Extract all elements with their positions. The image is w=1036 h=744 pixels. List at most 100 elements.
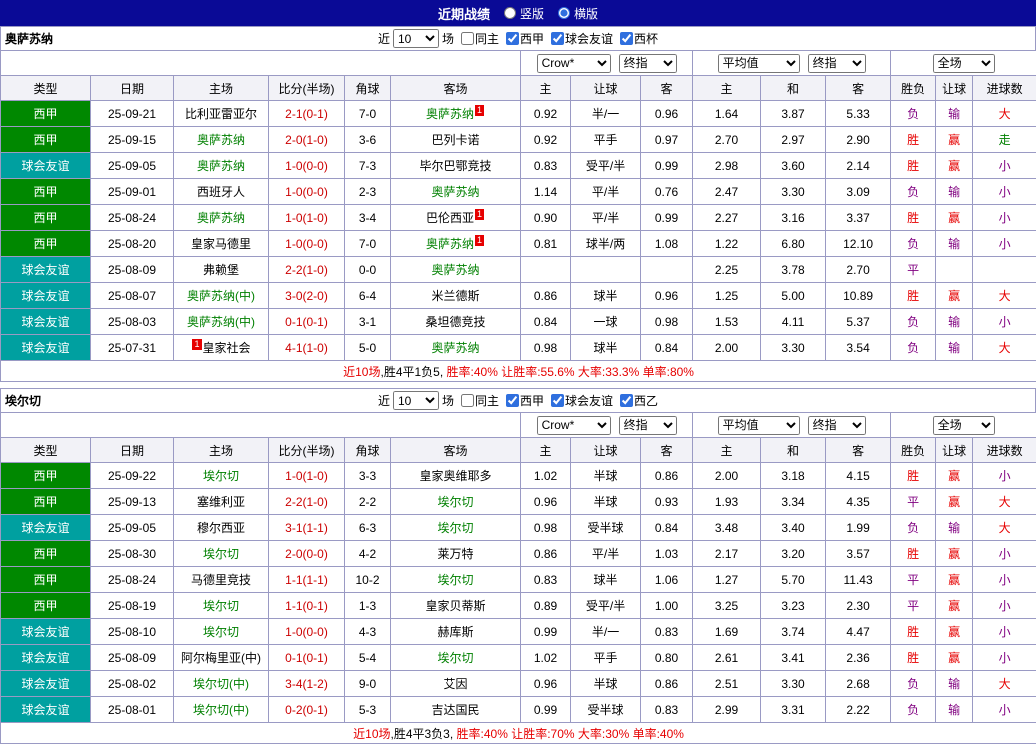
team-link[interactable]: 莱万特	[438, 547, 474, 561]
asia-home-odds-cell: 0.96	[521, 489, 571, 515]
layout-horizontal-radio[interactable]	[558, 7, 570, 19]
league-cell: 西甲	[1, 127, 91, 153]
filter-checkbox-label[interactable]: 球会友谊	[544, 392, 613, 409]
filter-checkbox-label[interactable]: 西甲	[499, 392, 544, 409]
score-cell[interactable]: 0-1(0-1)	[269, 645, 345, 671]
team-link[interactable]: 奥萨苏纳(中)	[187, 289, 255, 303]
filter-checkbox[interactable]	[551, 32, 564, 45]
filter-checkbox-label[interactable]: 西杯	[613, 30, 658, 47]
league-cell: 西甲	[1, 489, 91, 515]
filter-checkbox-label[interactable]: 西乙	[613, 392, 658, 409]
filter-checkbox[interactable]	[620, 32, 633, 45]
filter-checkbox[interactable]	[461, 32, 474, 45]
team-link[interactable]: 埃尔切	[203, 547, 239, 561]
team-link[interactable]: 阿尔梅里亚(中)	[181, 651, 261, 665]
team-link[interactable]: 奥萨苏纳	[197, 211, 245, 225]
layout-vertical-radio[interactable]	[504, 7, 516, 19]
asia-handicap-cell: 一球	[571, 309, 641, 335]
score-cell[interactable]: 3-0(2-0)	[269, 283, 345, 309]
team-link[interactable]: 皇家马德里	[191, 237, 251, 251]
score-cell[interactable]: 1-0(1-0)	[269, 463, 345, 489]
odds-company-select[interactable]: Crow*	[537, 54, 611, 73]
team-link[interactable]: 比利亚雷亚尔	[185, 107, 257, 121]
team-link[interactable]: 穆尔西亚	[197, 521, 245, 535]
score-cell[interactable]: 2-2(1-0)	[269, 489, 345, 515]
score-cell[interactable]: 0-1(0-1)	[269, 309, 345, 335]
layout-horizontal-option[interactable]: 横版	[558, 5, 598, 22]
score-cell[interactable]: 4-1(1-0)	[269, 335, 345, 361]
score-cell[interactable]: 1-0(1-0)	[269, 205, 345, 231]
team-link[interactable]: 埃尔切	[438, 521, 474, 535]
score-cell[interactable]: 2-1(0-1)	[269, 101, 345, 127]
team-link[interactable]: 埃尔切(中)	[193, 703, 249, 717]
team-link[interactable]: 毕尔巴鄂竞技	[420, 159, 492, 173]
team-link[interactable]: 奥萨苏纳	[426, 107, 474, 121]
match-count-select[interactable]: 10	[393, 391, 439, 410]
date-cell: 25-08-09	[91, 645, 174, 671]
score-cell[interactable]: 2-0(0-0)	[269, 541, 345, 567]
team-link[interactable]: 奥萨苏纳	[432, 263, 480, 277]
filter-checkbox-label[interactable]: 西甲	[499, 30, 544, 47]
filter-checkbox[interactable]	[620, 394, 633, 407]
team-link[interactable]: 吉达国民	[432, 703, 480, 717]
team-link[interactable]: 奥萨苏纳	[432, 185, 480, 199]
score-cell[interactable]: 1-0(0-0)	[269, 153, 345, 179]
team-link[interactable]: 埃尔切	[438, 573, 474, 587]
filter-checkbox[interactable]	[551, 394, 564, 407]
team-link[interactable]: 塞维利亚	[197, 495, 245, 509]
team-link[interactable]: 巴列卡诺	[432, 133, 480, 147]
team-link[interactable]: 皇家贝蒂斯	[426, 599, 486, 613]
scope-select[interactable]: 全场	[933, 416, 995, 435]
filter-checkbox[interactable]	[506, 32, 519, 45]
filter-checkbox[interactable]	[506, 394, 519, 407]
team-link[interactable]: 弗赖堡	[203, 263, 239, 277]
team-link[interactable]: 巴伦西亚	[426, 211, 474, 225]
score-cell[interactable]: 3-4(1-2)	[269, 671, 345, 697]
score-cell[interactable]: 1-0(0-0)	[269, 231, 345, 257]
team-link[interactable]: 奥萨苏纳	[426, 237, 474, 251]
team-link[interactable]: 艾因	[444, 677, 468, 691]
score-cell[interactable]: 1-1(1-1)	[269, 567, 345, 593]
score-cell[interactable]: 1-0(0-0)	[269, 619, 345, 645]
europe-stage-select[interactable]: 终指	[808, 416, 866, 435]
team-link[interactable]: 西班牙人	[197, 185, 245, 199]
filter-checkbox[interactable]	[461, 394, 474, 407]
team-link[interactable]: 埃尔切	[203, 625, 239, 639]
score-cell[interactable]: 2-2(1-0)	[269, 257, 345, 283]
odds-company-select[interactable]: Crow*	[537, 416, 611, 435]
match-count-select[interactable]: 10	[393, 29, 439, 48]
odds-stage-select[interactable]: 终指	[619, 416, 677, 435]
team-link[interactable]: 奥萨苏纳(中)	[187, 315, 255, 329]
team-link[interactable]: 埃尔切	[438, 495, 474, 509]
score-cell[interactable]: 3-1(1-1)	[269, 515, 345, 541]
team-link[interactable]: 米兰德斯	[432, 289, 480, 303]
filter-checkbox-label[interactable]: 同主	[454, 392, 499, 409]
score-cell[interactable]: 2-0(1-0)	[269, 127, 345, 153]
team-link[interactable]: 桑坦德竞技	[426, 315, 486, 329]
team-link[interactable]: 赫库斯	[438, 625, 474, 639]
team-link[interactable]: 埃尔切	[438, 651, 474, 665]
score-cell[interactable]: 1-1(0-1)	[269, 593, 345, 619]
team-link[interactable]: 马德里竞技	[191, 573, 251, 587]
team-link[interactable]: 奥萨苏纳	[197, 133, 245, 147]
odds-stage-select[interactable]: 终指	[619, 54, 677, 73]
filter-checkbox-label[interactable]: 球会友谊	[544, 30, 613, 47]
handicap-result-cell: 输	[936, 309, 973, 335]
team-link[interactable]: 埃尔切(中)	[193, 677, 249, 691]
column-header: 主场	[174, 76, 269, 101]
score-cell[interactable]: 0-2(0-1)	[269, 697, 345, 723]
score-cell[interactable]: 1-0(0-0)	[269, 179, 345, 205]
layout-vertical-option[interactable]: 竖版	[504, 5, 544, 22]
europe-avg-select[interactable]: 平均值	[718, 416, 800, 435]
team-link[interactable]: 皇家社会	[203, 341, 251, 355]
europe-stage-select[interactable]: 终指	[808, 54, 866, 73]
team-link[interactable]: 埃尔切	[203, 469, 239, 483]
team-link[interactable]: 奥萨苏纳	[432, 341, 480, 355]
avg-home-odds-cell: 3.25	[693, 593, 761, 619]
team-link[interactable]: 奥萨苏纳	[197, 159, 245, 173]
team-link[interactable]: 埃尔切	[203, 599, 239, 613]
filter-checkbox-label[interactable]: 同主	[454, 30, 499, 47]
team-link[interactable]: 皇家奥维耶多	[420, 469, 492, 483]
scope-select[interactable]: 全场	[933, 54, 995, 73]
europe-avg-select[interactable]: 平均值	[718, 54, 800, 73]
